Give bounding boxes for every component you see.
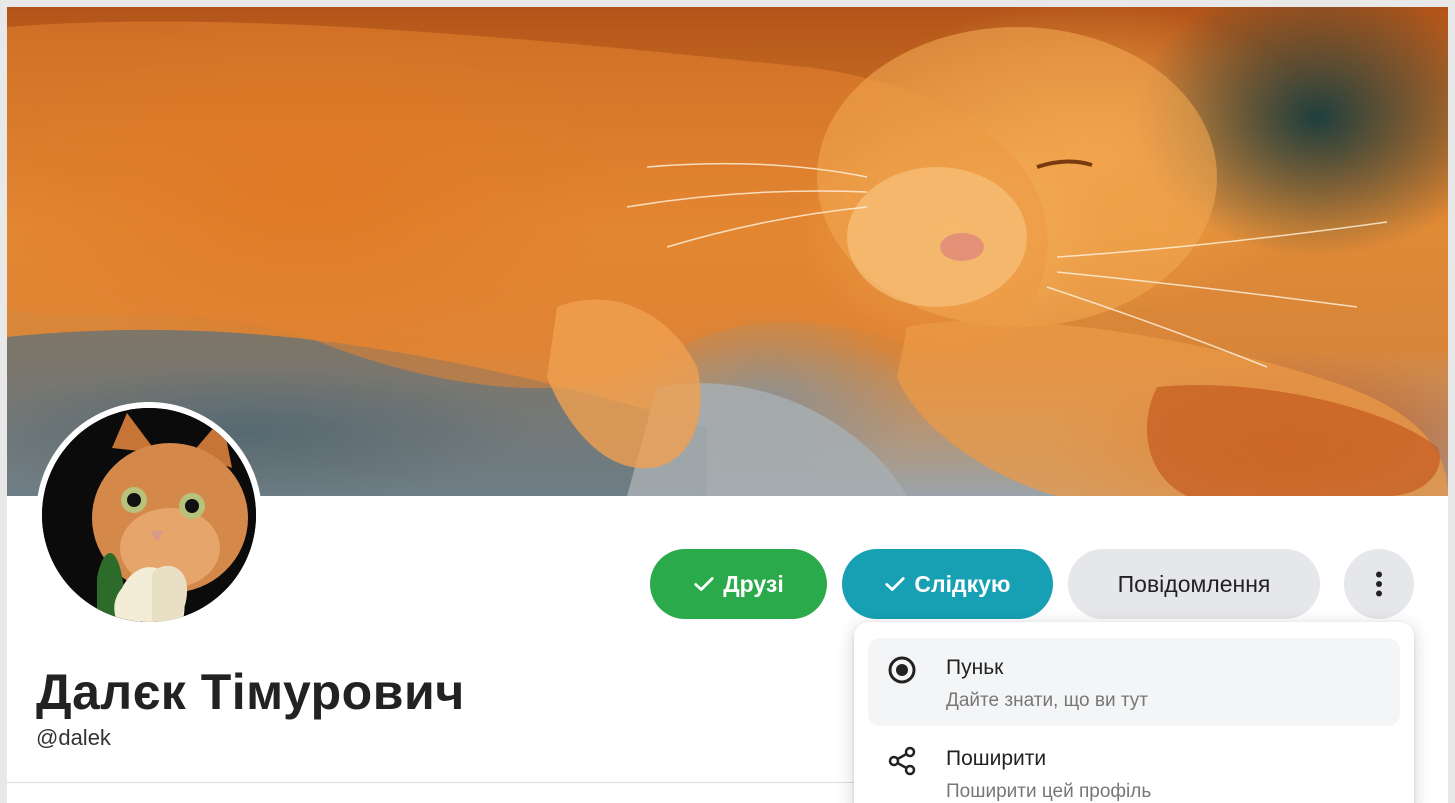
friends-button-label: Друзі — [723, 570, 784, 597]
cover-photo — [7, 7, 1448, 496]
menu-item-share[interactable]: Поширити Поширити цей профіль — [868, 729, 1400, 803]
cover-cat-illustration — [7, 21, 1448, 496]
menu-item-title: Поширити — [946, 747, 1047, 770]
profile-page: Друзі Слідкую Повідомлення Далєк Тімуров… — [7, 7, 1448, 803]
divider — [7, 782, 854, 783]
avatar-cat-illustration — [42, 408, 256, 622]
more-vertical-icon — [1376, 571, 1382, 597]
following-button-label: Слідкую — [914, 570, 1011, 597]
profile-options-menu: Пуньк Дайте знати, що ви тут Поширити По… — [854, 622, 1414, 803]
more-options-button[interactable] — [1344, 549, 1414, 619]
avatar-image — [42, 408, 256, 622]
target-icon — [888, 656, 916, 684]
message-button-label: Повідомлення — [1117, 570, 1271, 597]
menu-item-subtitle: Поширити цей профіль — [946, 781, 1152, 802]
menu-item-subtitle: Дайте знати, що ви тут — [946, 690, 1148, 711]
menu-item-poke[interactable]: Пуньк Дайте знати, що ви тут — [868, 638, 1400, 726]
check-icon — [885, 577, 906, 591]
menu-item-title: Пуньк — [946, 656, 1004, 679]
share-icon — [888, 746, 916, 776]
following-button[interactable]: Слідкую — [842, 549, 1053, 619]
friends-button[interactable]: Друзі — [650, 549, 827, 619]
check-icon — [694, 577, 714, 591]
message-button[interactable]: Повідомлення — [1068, 549, 1320, 619]
avatar[interactable] — [36, 402, 262, 628]
profile-name: Далєк Тімурович — [36, 664, 465, 720]
profile-handle: @dalek — [36, 725, 111, 750]
